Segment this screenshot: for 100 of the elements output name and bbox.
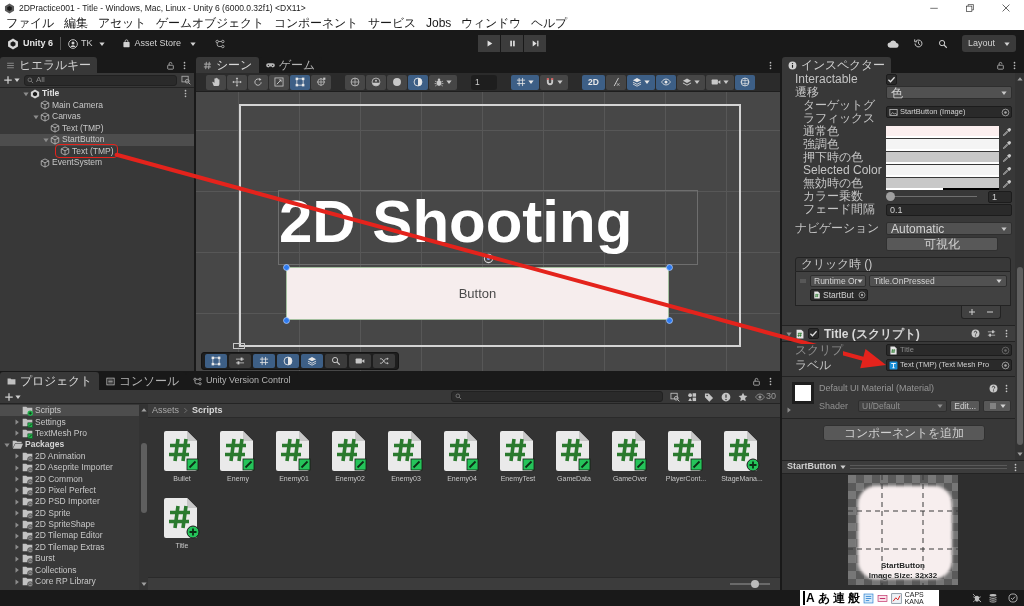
cloud-icon[interactable] (887, 37, 899, 50)
breadcrumb-item[interactable]: Scripts (192, 403, 223, 418)
foldout-arrow-icon[interactable] (14, 430, 20, 437)
tool-button[interactable] (248, 74, 268, 90)
lock-icon[interactable] (996, 60, 1005, 70)
eyedropper-icon[interactable] (1002, 178, 1012, 189)
folder-name[interactable]: 2D Animation (35, 450, 86, 462)
ime-mode-indicator[interactable]: A (803, 591, 815, 605)
script-file-edit-icon[interactable] (388, 430, 424, 472)
tool-button[interactable] (227, 74, 247, 90)
add-component-button[interactable]: コンポーネントを追加 (822, 425, 985, 441)
tool-button[interactable] (325, 354, 347, 368)
lock-icon[interactable] (166, 60, 175, 70)
foldout-arrow-icon[interactable] (42, 136, 49, 143)
error-icon[interactable] (721, 391, 731, 402)
resize-handle-icon[interactable] (283, 264, 290, 271)
search-field[interactable]: All (24, 74, 177, 86)
pivot-gizmo-icon[interactable] (483, 253, 494, 264)
scroll-down-icon[interactable] (140, 581, 147, 587)
folder-name[interactable]: 2D Tilemap Editor (35, 530, 103, 542)
foldout-arrow-icon[interactable] (22, 90, 29, 97)
scrollbar[interactable] (139, 404, 148, 590)
minus-icon[interactable] (986, 308, 994, 316)
ime-button[interactable]: 連 (832, 591, 845, 605)
menu-item[interactable]: ヘルプ (531, 16, 568, 30)
shape-filter-icon[interactable] (687, 391, 697, 402)
resize-handle-icon[interactable] (283, 317, 290, 324)
eyedropper-icon[interactable] (1002, 126, 1012, 137)
search-options-icon[interactable] (181, 75, 191, 85)
foldout-arrow-icon[interactable] (786, 407, 792, 413)
color-field[interactable] (886, 138, 999, 151)
color-field[interactable] (886, 125, 999, 138)
scroll-down-icon[interactable] (1016, 451, 1023, 457)
slider-thumb[interactable] (750, 580, 759, 588)
create-dropdown[interactable] (3, 75, 20, 85)
dropdown[interactable]: Automatic (886, 222, 1012, 235)
hierarchy-item[interactable]: EventSystem (52, 157, 103, 169)
hierarchy-item[interactable]: Canvas (52, 111, 81, 123)
lock-icon[interactable] (752, 376, 761, 386)
folder-name[interactable]: 2D Aseprite Importer (35, 462, 113, 474)
color-field[interactable] (886, 151, 999, 164)
hierarchy-item[interactable]: StartButton (62, 134, 105, 146)
script-file-edit-icon[interactable] (668, 430, 704, 472)
menu-item[interactable]: Jobs (426, 16, 452, 30)
tool-button[interactable] (626, 74, 655, 90)
tool-button[interactable] (301, 354, 323, 368)
script-file-plus-icon[interactable] (164, 497, 200, 539)
foldout-arrow-icon[interactable] (14, 487, 20, 494)
folder-name[interactable]: 2D PSD Importer (35, 496, 100, 508)
star-icon[interactable] (738, 391, 748, 402)
tool-button[interactable] (277, 354, 299, 368)
pause-button[interactable] (501, 35, 523, 52)
tool-button[interactable] (655, 74, 676, 90)
plus-icon[interactable] (968, 308, 976, 316)
tool-button[interactable] (206, 74, 226, 90)
hidden-packages-toggle[interactable]: 30 (755, 389, 776, 404)
script-file-edit-icon[interactable] (500, 430, 536, 472)
scroll-up-icon[interactable] (140, 407, 147, 413)
folder-name[interactable]: 2D Sprite (35, 507, 71, 519)
inspector-tab[interactable]: インスペクター (782, 57, 891, 73)
foldout-arrow-icon[interactable] (14, 578, 20, 585)
number-field[interactable]: 0.1 (886, 203, 1012, 216)
restore-icon[interactable] (965, 3, 975, 13)
tool-button[interactable] (366, 74, 386, 90)
folder-name[interactable]: TextMesh Pro (35, 427, 87, 439)
hierarchy-tab[interactable]: ヒエラルキー (0, 57, 97, 73)
edit-button[interactable]: Edit... (950, 400, 980, 413)
checkbox[interactable] (886, 74, 897, 85)
step-button[interactable] (524, 35, 546, 52)
tool-button[interactable]: 2D (582, 74, 605, 90)
menu-item[interactable]: 編集 (64, 16, 88, 30)
list-dropdown[interactable] (983, 400, 1011, 413)
foldout-arrow-icon[interactable] (32, 113, 39, 120)
play-button[interactable] (478, 35, 500, 52)
scrollbar[interactable] (1015, 73, 1024, 460)
script-file-plus-icon[interactable] (724, 430, 760, 472)
foldout-arrow-icon[interactable] (14, 476, 20, 483)
create-dropdown[interactable] (4, 391, 21, 402)
project-tab[interactable]: プロジェクト (0, 372, 99, 390)
tool-button[interactable] (349, 354, 371, 368)
folder-name[interactable]: Scripts (35, 405, 61, 417)
tool-button[interactable] (540, 74, 568, 90)
tool-button[interactable] (387, 74, 407, 90)
search-icon[interactable] (938, 38, 948, 49)
preview-title-dropdown[interactable]: StartButton (787, 460, 846, 474)
foldout-arrow-icon[interactable] (14, 521, 20, 528)
hierarchy-item[interactable]: Text (TMP) (72, 145, 114, 157)
folder-name[interactable]: Packages (25, 439, 65, 451)
color-field[interactable] (886, 177, 999, 190)
check-circle-icon[interactable] (1008, 593, 1018, 603)
scrollbar-thumb[interactable] (140, 443, 147, 513)
zoom-slider[interactable] (730, 580, 770, 588)
script-file-edit-icon[interactable] (220, 430, 256, 472)
sliders-icon[interactable] (987, 329, 996, 338)
account-dropdown[interactable]: TK (68, 36, 105, 51)
tool-button[interactable] (311, 74, 331, 90)
foldout-arrow-icon[interactable] (14, 510, 20, 517)
object-field[interactable]: StartBut (810, 289, 868, 301)
selected-row[interactable]: Scripts (0, 405, 139, 417)
branch-icon[interactable] (215, 38, 226, 49)
